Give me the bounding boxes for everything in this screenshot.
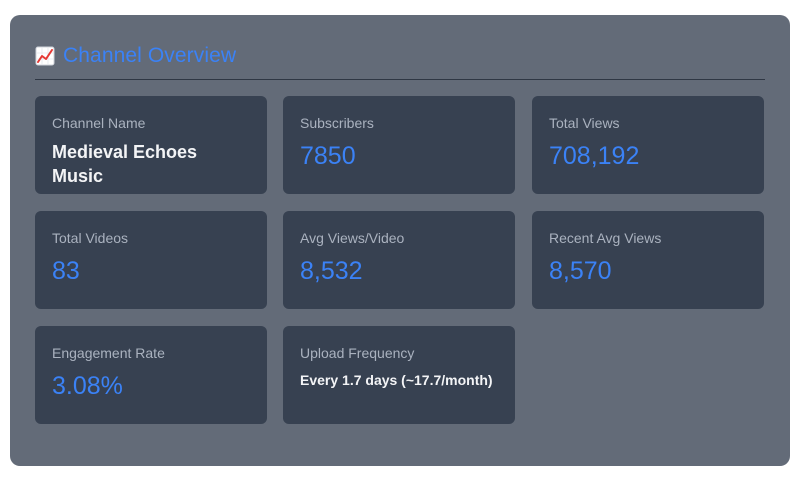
channel-overview-panel: Channel Overview Channel Name Medieval E… [10, 15, 790, 466]
stat-label: Recent Avg Views [549, 230, 662, 246]
stat-label: Channel Name [52, 115, 146, 131]
stat-value: 8,532 [300, 257, 363, 285]
stat-label: Total Videos [52, 230, 129, 246]
stat-label: Upload Frequency [300, 345, 415, 361]
stat-card-channel-name: Channel Name Medieval Echoes Music [35, 96, 267, 194]
stat-label: Avg Views/Video [300, 230, 405, 246]
stat-label: Total Views [549, 115, 620, 131]
stat-card-subscribers: Subscribers 7850 [283, 96, 515, 194]
stat-card-engagement-rate: Engagement Rate 3.08% [35, 326, 267, 424]
stat-value: 3.08% [52, 372, 123, 400]
chart-increasing-icon [35, 46, 55, 66]
stat-value: 708,192 [549, 142, 640, 170]
page-title: Channel Overview [63, 44, 237, 67]
stat-card-recent-avg-views: Recent Avg Views 8,570 [532, 211, 764, 309]
stat-value: 8,570 [549, 257, 612, 285]
stat-card-total-videos: Total Videos 83 [35, 211, 267, 309]
stat-label: Subscribers [300, 115, 374, 131]
stat-card-upload-frequency: Upload Frequency Every 1.7 days (~17.7/m… [283, 326, 515, 424]
stat-value: Every 1.7 days (~17.7/month) [300, 372, 493, 388]
stat-value: Medieval Echoes Music [52, 142, 198, 186]
stat-value: 7850 [300, 142, 356, 170]
panel-header: Channel Overview [35, 41, 236, 71]
stat-label: Engagement Rate [52, 345, 165, 361]
stat-card-total-views: Total Views 708,192 [532, 96, 764, 194]
stat-value: 83 [52, 257, 80, 285]
stat-card-avg-views: Avg Views/Video 8,532 [283, 211, 515, 309]
header-divider [35, 79, 765, 80]
